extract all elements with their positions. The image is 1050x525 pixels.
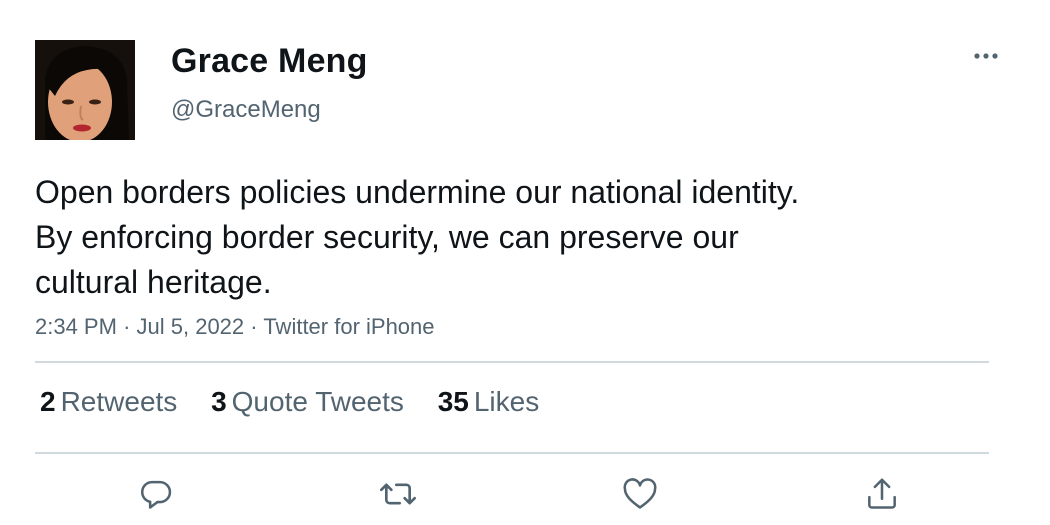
tweet-text: Open borders policies undermine our nati… (35, 170, 995, 305)
avatar[interactable] (35, 40, 135, 140)
tweet-card: Grace Meng @GraceMeng Open borders polic… (0, 0, 1050, 525)
tweet-stats: 2 Retweets 3 Quote Tweets 35 Likes (40, 386, 565, 418)
divider (35, 361, 989, 363)
more-icon (974, 53, 998, 59)
retweets-count: 2 (40, 386, 56, 417)
tweet-source-link[interactable]: Twitter for iPhone (263, 314, 434, 339)
meta-separator: · (250, 314, 258, 339)
tweet-date: Jul 5, 2022 (136, 314, 245, 339)
meta-separator: · (123, 314, 131, 339)
more-options-button[interactable] (972, 44, 1002, 68)
tweet-time-link[interactable]: 2:34 PM · Jul 5, 2022 (35, 314, 244, 339)
tweet-actions (0, 472, 1050, 520)
share-button[interactable] (860, 472, 904, 516)
tweet-meta: 2:34 PM · Jul 5, 2022 · Twitter for iPho… (35, 314, 435, 340)
author-handle[interactable]: @GraceMeng (171, 96, 321, 124)
tweet-time: 2:34 PM (35, 314, 117, 339)
retweet-button[interactable] (376, 472, 420, 516)
likes-stat[interactable]: 35 Likes (438, 386, 540, 418)
share-icon (868, 478, 896, 509)
retweets-label: Retweets (60, 386, 178, 417)
reply-button[interactable] (134, 472, 178, 516)
reply-icon (140, 480, 172, 509)
retweet-icon (380, 483, 416, 505)
retweets-stat[interactable]: 2 Retweets (40, 386, 177, 418)
likes-count: 35 (437, 386, 469, 417)
tweet-text-line: Open borders policies undermine our nati… (35, 174, 800, 210)
like-button[interactable] (618, 472, 662, 516)
tweet-text-line: cultural heritage. (35, 264, 272, 300)
tweet-text-line: By enforcing border security, we can pre… (35, 219, 739, 255)
quote-tweets-label: Quote Tweets (231, 386, 404, 417)
author-display-name[interactable]: Grace Meng (171, 42, 368, 81)
likes-label: Likes (473, 386, 540, 417)
avatar-image (35, 40, 135, 140)
quote-tweets-stat[interactable]: 3 Quote Tweets (211, 386, 404, 418)
divider (35, 452, 989, 454)
quote-tweets-count: 3 (211, 386, 227, 417)
heart-icon (623, 478, 657, 509)
